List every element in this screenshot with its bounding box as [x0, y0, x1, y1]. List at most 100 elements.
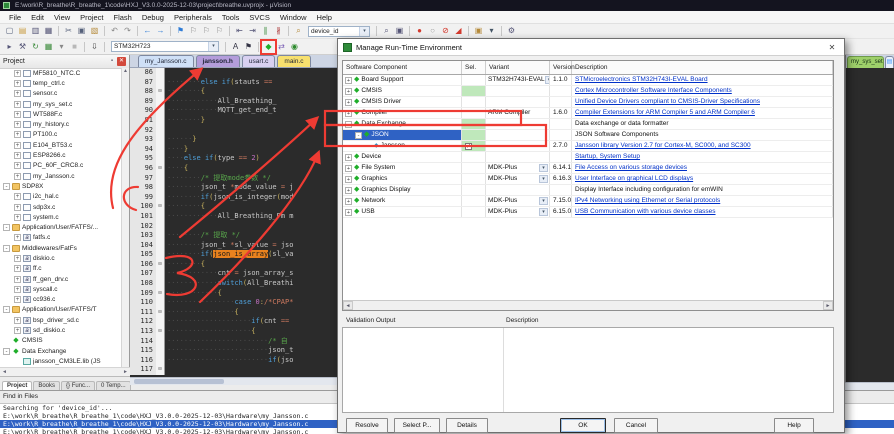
menu-view[interactable]: View	[49, 11, 75, 24]
sel-cell[interactable]	[462, 108, 486, 118]
editor-tab-usart-c[interactable]: usart.c	[242, 55, 276, 67]
sel-cell[interactable]	[462, 174, 486, 184]
variant-cell[interactable]: ARM Compiler	[486, 108, 550, 118]
bookmark-next-icon[interactable]: ⚐	[200, 25, 213, 37]
manage-run-time-environment-icon[interactable]: ◆	[262, 41, 275, 53]
tree-item[interactable]: +adiskio.c	[0, 253, 122, 263]
validation-output-area[interactable]	[342, 327, 834, 413]
variant-dropdown-icon[interactable]: ▾	[539, 208, 548, 216]
tree-item[interactable]: +my_Jansson.c	[0, 171, 122, 181]
expander-icon[interactable]: +	[14, 327, 21, 334]
component-row-file-system[interactable]: +◆File SystemMDK-Plus▾6.14.1File Access …	[343, 163, 833, 174]
component-row-graphics[interactable]: +◆GraphicsMDK-Plus▾6.16.3User Interface …	[343, 174, 833, 185]
ok-button[interactable]: OK	[560, 418, 606, 433]
column-header-version[interactable]: Version	[550, 61, 572, 74]
panel-tab-temp[interactable]: 0 Temp...	[96, 381, 131, 390]
open-file-icon[interactable]: ▤	[16, 25, 29, 37]
undo-icon[interactable]: ↶	[108, 25, 121, 37]
fold-marker-icon[interactable]: ⊟	[156, 308, 165, 318]
tree-item[interactable]: +afatfs.c	[0, 233, 122, 243]
expander-icon[interactable]: +	[14, 296, 21, 303]
component-row-json[interactable]: -◆JSONJSON Software Components	[343, 130, 833, 141]
variant-cell[interactable]: MDK-Plus▾	[486, 207, 550, 217]
fold-marker-icon[interactable]: ⊟	[156, 164, 165, 174]
scroll-left-icon[interactable]: ◄	[0, 368, 9, 376]
variant-cell[interactable]	[486, 119, 550, 129]
bookmark-prev-icon[interactable]: ⚐	[187, 25, 200, 37]
tree-item[interactable]: +temp_ctrl.c	[0, 78, 122, 88]
expander-icon[interactable]: +	[345, 154, 352, 161]
component-row-cmsis-driver[interactable]: +◆CMSIS DriverUnified Device Drivers com…	[343, 97, 833, 108]
expander-icon[interactable]: +	[14, 80, 21, 87]
component-row-board-support[interactable]: +◆Board SupportSTM32H743I-EVAL▾1.1.0STMi…	[343, 75, 833, 86]
secondary-editor-scrollbar[interactable]	[845, 382, 894, 390]
menu-flash[interactable]: Flash	[109, 11, 137, 24]
menu-project[interactable]: Project	[75, 11, 108, 24]
scroll-left-icon[interactable]: ◄	[343, 301, 353, 310]
batch-build-dropdown-icon[interactable]: ▾	[55, 41, 68, 53]
tree-item[interactable]: -Application/User/FATFS/T	[0, 305, 122, 315]
expander-icon[interactable]: +	[345, 176, 352, 183]
variant-dropdown-icon[interactable]: ▾	[539, 164, 548, 172]
pack-installer-icon[interactable]: ◉	[288, 41, 301, 53]
save-all-icon[interactable]: ▦	[42, 25, 55, 37]
build-icon[interactable]: ⚒	[16, 41, 29, 53]
search-term-combobox[interactable]: device_id▾	[308, 26, 370, 37]
incremental-find-icon[interactable]: ▣	[393, 25, 406, 37]
expander-icon[interactable]: +	[14, 162, 21, 169]
dialog-titlebar[interactable]: Manage Run-Time Environment ✕	[338, 39, 844, 56]
panel-tab-project[interactable]: Project	[2, 381, 32, 390]
menu-tools[interactable]: Tools	[217, 11, 245, 24]
scroll-right-icon[interactable]: ►	[121, 368, 130, 376]
bookmark-clear-icon[interactable]: ⚐	[213, 25, 226, 37]
uncomment-icon[interactable]: ∦	[272, 25, 285, 37]
variant-cell[interactable]	[486, 130, 550, 140]
find-in-files-icon[interactable]: ⌕	[292, 25, 305, 37]
component-row-device[interactable]: +◆DeviceStartup, System Setup	[343, 152, 833, 163]
expander-icon[interactable]: +	[14, 193, 21, 200]
panel-tab-func[interactable]: {} Func...	[61, 381, 95, 390]
expander-icon[interactable]: +	[14, 173, 21, 180]
dialog-close-icon[interactable]: ✕	[825, 43, 839, 52]
expander-icon[interactable]: +	[14, 142, 21, 149]
download-flash-icon[interactable]: ⇩	[88, 41, 101, 53]
expander-icon[interactable]: +	[14, 317, 21, 324]
sel-cell[interactable]	[462, 185, 486, 195]
component-row-network[interactable]: +◆NetworkMDK-Plus▾7.15.0IPv4 Networking …	[343, 196, 833, 207]
fold-marker-icon[interactable]: ⊟	[156, 289, 165, 299]
editor-tab-jansson-h[interactable]: jansson.h	[196, 55, 240, 67]
column-header-variant[interactable]: Variant	[486, 61, 550, 74]
sel-cell[interactable]	[462, 130, 486, 140]
expander-icon[interactable]: +	[14, 90, 21, 97]
close-icon[interactable]: ✕	[117, 57, 126, 66]
chevron-down-icon[interactable]: ▾	[359, 27, 369, 36]
fold-marker-icon[interactable]: ⊟	[156, 260, 165, 270]
editor-tab-my_jansson-c[interactable]: my_Jansson.c	[138, 55, 194, 67]
tree-item[interactable]: +PT100.c	[0, 130, 122, 140]
panel-tab-books[interactable]: Books	[33, 381, 60, 390]
description-link[interactable]: Unified Device Drivers compliant to CMSI…	[572, 97, 833, 107]
paste-icon[interactable]: ▧	[88, 25, 101, 37]
tree-item[interactable]: -SDP8X	[0, 181, 122, 191]
expander-icon[interactable]: -	[3, 224, 10, 231]
expander-icon[interactable]: +	[14, 131, 21, 138]
expander-icon[interactable]: +	[345, 165, 352, 172]
sel-cell[interactable]	[462, 75, 486, 85]
expander-icon[interactable]: +	[14, 101, 21, 108]
project-tree-scrollbar[interactable]: ▲	[121, 68, 129, 367]
variant-dropdown-icon[interactable]: ▾	[539, 175, 548, 183]
menu-help[interactable]: Help	[312, 11, 337, 24]
indent-right-icon[interactable]: ⇥	[246, 25, 259, 37]
window-select-icon[interactable]: ▣	[472, 25, 485, 37]
menu-window[interactable]: Window	[275, 11, 312, 24]
project-tree-hscrollbar[interactable]: ◄►	[0, 367, 130, 376]
expander-icon[interactable]: +	[345, 88, 352, 95]
component-row-cmsis[interactable]: +◆CMSISCortex Microcontroller Software I…	[343, 86, 833, 97]
fold-marker-icon[interactable]: ⊟	[156, 365, 165, 375]
breakpoint-disable-icon[interactable]: ○	[426, 25, 439, 37]
component-row-jansson[interactable]: ◆Jansson✓2.7.0Jansson library Version 2.…	[343, 141, 833, 152]
tree-item[interactable]: +sensor.c	[0, 89, 122, 99]
file-icon[interactable]: ▤	[885, 56, 894, 68]
editor-tab-main-c[interactable]: main.c	[277, 55, 310, 67]
menu-svcs[interactable]: SVCS	[244, 11, 274, 24]
